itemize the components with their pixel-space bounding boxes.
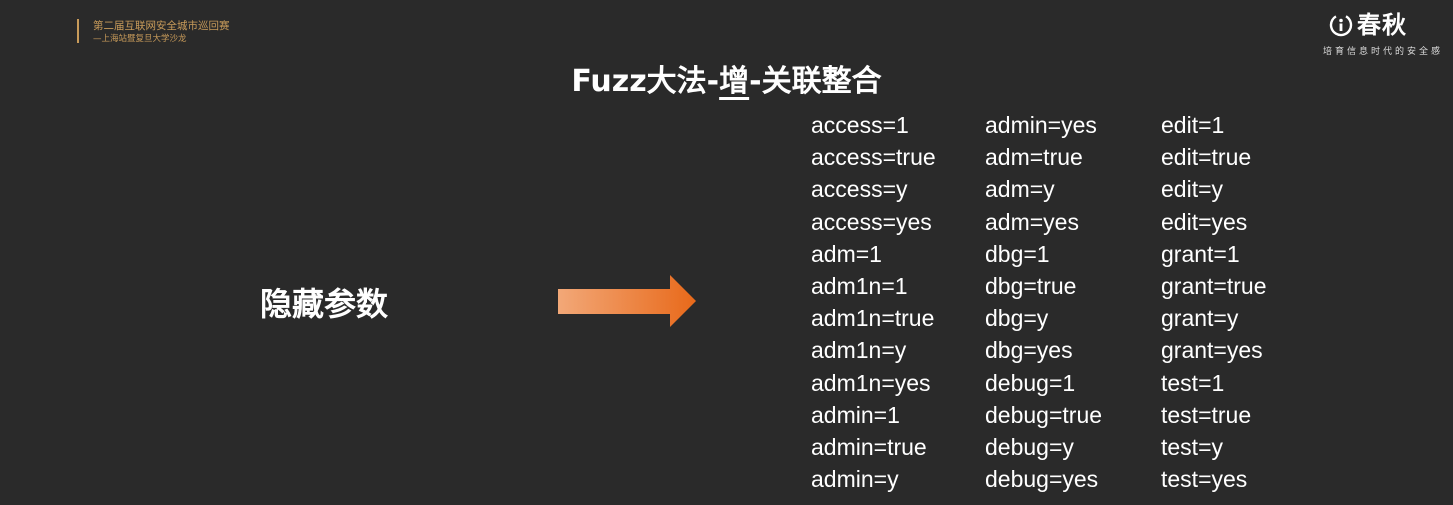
event-title: 第二届互联网安全城市巡回赛 — [93, 20, 230, 32]
param-item: edit=yes — [1161, 208, 1248, 235]
right-arrow-icon — [558, 275, 696, 327]
param-item: dbg=true — [985, 273, 1077, 300]
event-header: 第二届互联网安全城市巡回赛 —上海站暨复旦大学沙龙 — [77, 19, 230, 44]
param-item: access=true — [811, 144, 936, 171]
param-item: admin=1 — [811, 401, 900, 428]
param-column-2: admin=yes adm=true adm=y adm=yes dbg=1 d… — [985, 109, 1102, 495]
param-item: grant=y — [1161, 305, 1239, 332]
brand-name: 春秋 — [1357, 11, 1407, 39]
param-item: test=y — [1161, 434, 1224, 461]
param-item: adm1n=true — [811, 305, 935, 332]
event-subtitle: —上海站暨复旦大学沙龙 — [93, 34, 187, 44]
param-item: adm1n=1 — [811, 273, 908, 300]
param-item: adm1n=y — [811, 337, 907, 364]
param-item: edit=y — [1161, 176, 1224, 203]
param-item: dbg=1 — [985, 240, 1050, 267]
param-item: debug=1 — [985, 369, 1076, 396]
brand-slogan: 培育信息时代的安全感 — [1322, 47, 1443, 57]
param-item: debug=yes — [985, 466, 1099, 493]
param-item: test=1 — [1161, 369, 1225, 396]
param-item: access=yes — [811, 208, 932, 235]
slide-title-emphasis: 增 — [719, 64, 750, 99]
param-item: admin=y — [811, 466, 899, 493]
param-item: admin=true — [811, 434, 927, 461]
param-item: debug=true — [985, 401, 1103, 428]
param-item: dbg=y — [985, 305, 1049, 332]
param-item: access=y — [811, 176, 908, 203]
param-item: test=yes — [1161, 466, 1248, 493]
param-column-1: access=1 access=true access=y access=yes… — [811, 109, 936, 495]
slide-title-prefix: Fuzz大法- — [571, 64, 720, 99]
ichunqiu-logo-icon — [1329, 13, 1353, 37]
param-column-3: edit=1 edit=true edit=y edit=yes grant=1… — [1161, 109, 1267, 495]
hidden-params-label: 隐藏参数 — [260, 285, 389, 323]
slide-title-suffix: -关联整合 — [749, 64, 882, 99]
param-item: adm=yes — [985, 208, 1079, 235]
param-item: adm=y — [985, 176, 1055, 203]
param-item: grant=1 — [1161, 240, 1240, 267]
param-item: adm=true — [985, 144, 1083, 171]
brand-logo: 春秋 培育信息时代的安全感 — [1293, 10, 1443, 57]
param-item: adm1n=yes — [811, 369, 931, 396]
param-item: admin=yes — [985, 112, 1097, 138]
param-item: grant=true — [1161, 273, 1267, 300]
slide-title: Fuzz大法-增-关联整合 — [0, 62, 1453, 102]
param-item: test=true — [1161, 401, 1252, 428]
param-item: edit=1 — [1161, 112, 1225, 138]
param-item: grant=yes — [1161, 337, 1263, 364]
param-item: debug=y — [985, 434, 1074, 461]
param-item: access=1 — [811, 112, 909, 138]
param-item: edit=true — [1161, 144, 1252, 171]
param-item: adm=1 — [811, 240, 882, 267]
param-item: dbg=yes — [985, 337, 1073, 364]
